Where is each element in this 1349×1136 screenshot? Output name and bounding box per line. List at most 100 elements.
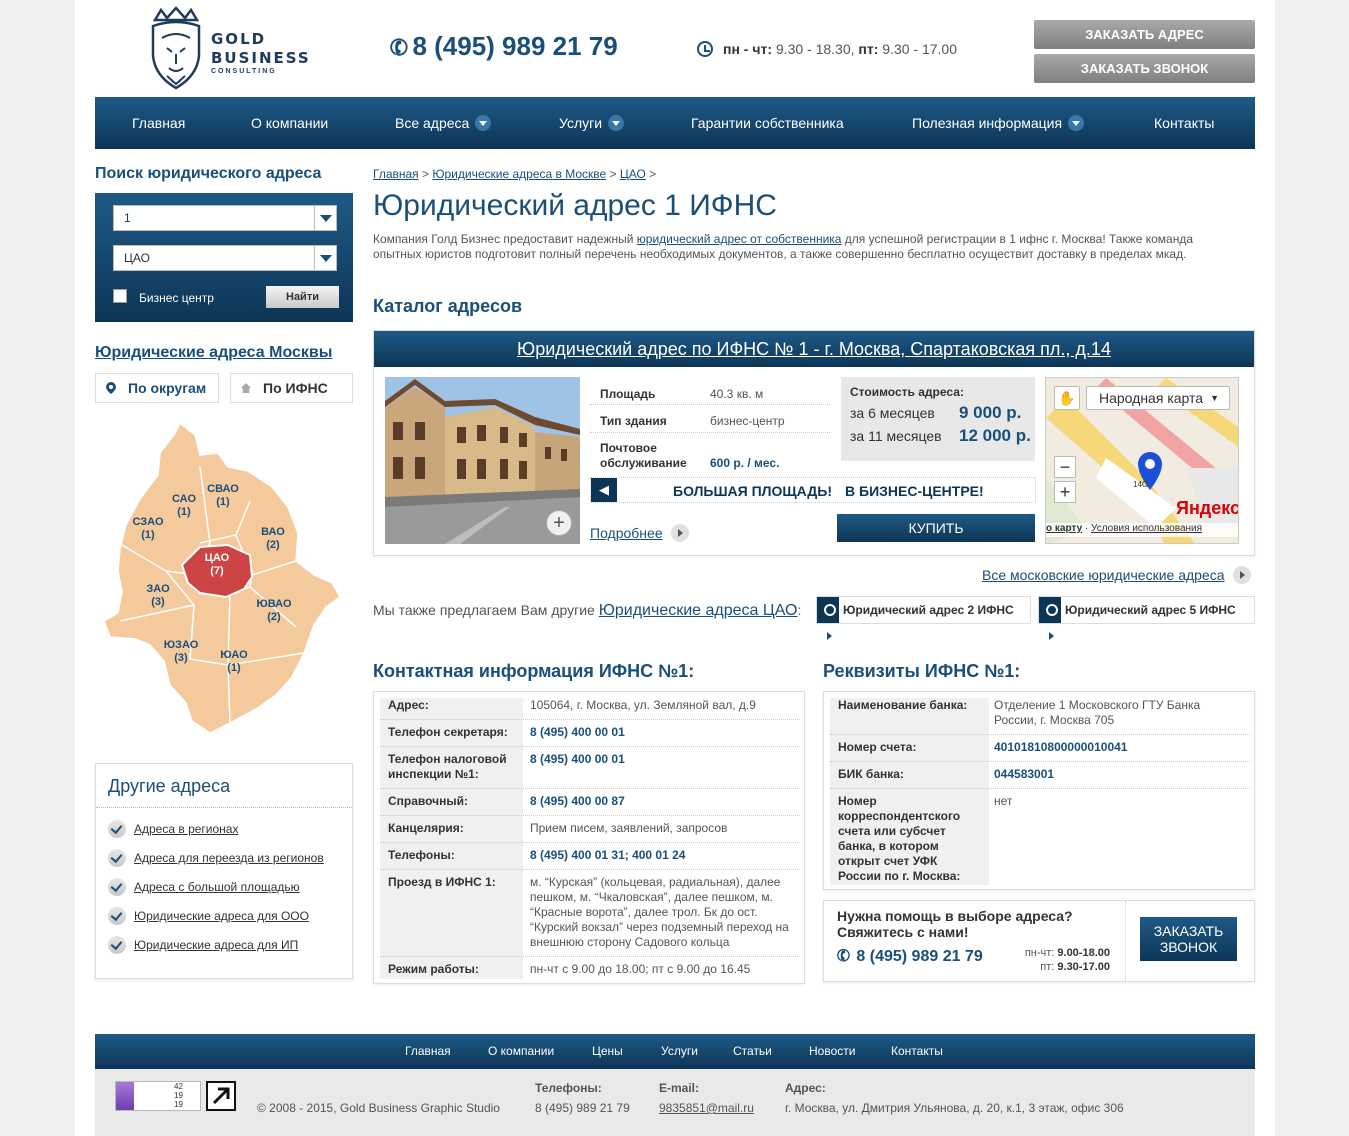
- header-hours: пн - чт: 9.30 - 18.30, пт: 9.30 - 17.00: [697, 41, 957, 57]
- requisite-value: 044583001: [994, 767, 1055, 781]
- contact-key: Проезд в ИФНС 1:: [388, 875, 496, 889]
- offer-text: Мы также предлагаем Вам другие Юридическ…: [373, 602, 802, 619]
- copyright: © 2008 - 2015, Gold Business Graphic Stu…: [257, 1101, 500, 1115]
- district-select[interactable]: ЦАО: [113, 245, 337, 271]
- other-address-link[interactable]: Адреса в регионах: [108, 820, 238, 838]
- map-house-number: 14С: [1133, 480, 1148, 489]
- ifns-2-chip[interactable]: Юридический адрес 2 ИФНС: [816, 596, 1031, 640]
- header-phone[interactable]: ✆8 (495) 989 21 79: [386, 31, 618, 62]
- tab-ifns[interactable]: По ИФНС: [230, 373, 353, 403]
- footer-nav-about[interactable]: О компании: [488, 1044, 554, 1058]
- nav-item-guarantees[interactable]: Гарантии собственника: [691, 97, 844, 149]
- contact-key: Справочный:: [388, 794, 469, 808]
- check-icon: [108, 849, 126, 867]
- all-moscow-addresses-link[interactable]: Все московские юридические адреса: [982, 566, 1251, 584]
- price-6-value: 9 000 р.: [959, 403, 1022, 422]
- breadcrumb-home[interactable]: Главная: [373, 167, 419, 181]
- contact-value[interactable]: 8 (495) 400 00 01: [530, 752, 790, 767]
- breadcrumb-moscow[interactable]: Юридические адреса в Москве: [432, 167, 606, 181]
- other-address-link[interactable]: Адреса с большой площадью: [108, 878, 300, 896]
- address-card: Юридический адрес по ИФНС № 1 - г. Москв…: [373, 330, 1255, 556]
- map-zoom-out-button[interactable]: −: [1054, 456, 1076, 478]
- find-button[interactable]: Найти: [266, 286, 339, 308]
- requisite-key: Наименование банка:: [838, 698, 968, 712]
- yandex-map[interactable]: ✋ Народная карта ▼ − + 14С Яндекс о карту…: [1045, 377, 1239, 544]
- address-card-title[interactable]: Юридический адрес по ИФНС № 1 - г. Москв…: [374, 331, 1254, 367]
- footer-nav-services[interactable]: Услуги: [661, 1044, 698, 1058]
- nav-item-contacts[interactable]: Контакты: [1154, 97, 1214, 149]
- visit-counter[interactable]: 42 19 19: [115, 1081, 201, 1111]
- price-title: Стоимость адреса:: [850, 385, 964, 399]
- nav-item-home[interactable]: Главная: [132, 97, 185, 149]
- clock-icon: [697, 41, 713, 57]
- other-address-link[interactable]: Юридические адреса для ИП: [108, 936, 298, 954]
- requisite-key: БИК банка:: [838, 767, 904, 781]
- other-addresses-panel: Другие адреса Адреса в регионах Адреса д…: [95, 763, 353, 979]
- footer-nav-news[interactable]: Новости: [809, 1044, 855, 1058]
- requisites-table: Наименование банка: Отделение 1 Московск…: [823, 691, 1255, 890]
- footer-address-label: Адрес:: [785, 1081, 826, 1095]
- other-address-link[interactable]: Адреса для переезда из регионов: [108, 849, 324, 867]
- map-layer-select[interactable]: Народная карта ▼: [1086, 386, 1230, 410]
- nav-item-services[interactable]: Услуги: [559, 97, 625, 149]
- contact-value: м. “Курская” (кольцевая, радиальная), да…: [530, 875, 789, 949]
- contact-value[interactable]: 8 (495) 400 00 01: [530, 725, 790, 740]
- other-address-link[interactable]: Юридические адреса для ООО: [108, 907, 309, 925]
- map-zoom-in-button[interactable]: +: [1054, 481, 1076, 503]
- logo[interactable]: GOLD BUSINESS CONSULTING: [147, 6, 309, 92]
- counter-logo-icon: [116, 1082, 134, 1110]
- owner-address-link[interactable]: юридический адрес от собственника: [637, 232, 842, 246]
- zoom-photo-button[interactable]: +: [546, 510, 572, 536]
- business-center-checkbox[interactable]: [113, 289, 127, 303]
- help-panel: Нужна помощь в выборе адреса? Свяжитесь с…: [823, 900, 1255, 982]
- contact-value[interactable]: 8 (495) 400 00 87: [530, 794, 790, 809]
- more-link[interactable]: Подробнее: [590, 524, 689, 542]
- business-center-label: Бизнес центр: [139, 291, 214, 305]
- nav-item-all-addresses[interactable]: Все адреса: [395, 97, 492, 149]
- divider: [590, 432, 830, 433]
- page: GOLD BUSINESS CONSULTING ✆8 (495) 989 21…: [75, 0, 1275, 1136]
- chevron-down-icon: [314, 206, 336, 230]
- order-address-button[interactable]: Заказать адрес: [1034, 20, 1255, 49]
- contact-value[interactable]: 8 (495) 400 01 31; 400 01 24: [530, 848, 790, 863]
- help-order-call-button[interactable]: ЗАКАЗАТЬ ЗВОНОК: [1140, 917, 1237, 961]
- tab-districts[interactable]: По округам: [95, 373, 219, 403]
- counter-values: 42 19 19: [174, 1082, 183, 1109]
- chevron-down-icon: [314, 246, 336, 270]
- moscow-addresses-link[interactable]: Юридические адреса Москвы: [95, 344, 332, 362]
- arrow-right-icon: [1049, 632, 1054, 640]
- search-panel: 1 ЦАО Бизнес центр Найти: [95, 193, 353, 322]
- footer-nav-home[interactable]: Главная: [405, 1044, 451, 1058]
- help-phone[interactable]: ✆ 8 (495) 989 21 79: [835, 946, 983, 967]
- footer-phones-value[interactable]: 8 (495) 989 21 79: [535, 1101, 630, 1115]
- nav-item-about[interactable]: О компании: [251, 97, 328, 149]
- help-question: Нужна помощь в выборе адреса? Свяжитесь с…: [837, 908, 1073, 940]
- footer-nav-contacts[interactable]: Контакты: [891, 1044, 943, 1058]
- ifns-select[interactable]: 1: [113, 205, 337, 231]
- footer-email-link[interactable]: 9835851@mail.ru: [659, 1101, 754, 1115]
- check-icon: [108, 878, 126, 896]
- order-call-button[interactable]: Заказать звонок: [1034, 54, 1255, 83]
- footer-nav-prices[interactable]: Цены: [592, 1044, 623, 1058]
- ifns-5-chip[interactable]: Юридический адрес 5 ИФНС: [1038, 596, 1255, 640]
- nav-item-useful-info[interactable]: Полезная информация: [912, 97, 1085, 149]
- building-photo[interactable]: +: [385, 377, 580, 544]
- buy-button[interactable]: КУПИТЬ: [837, 514, 1035, 542]
- requisites-title: Реквизиты ИФНС №1:: [823, 661, 1021, 681]
- moscow-districts-map[interactable]: САО (1) СВАО (1) СЗАО (1) ВАО (2) ЦАО (7) ЗАО…: [100, 415, 350, 745]
- breadcrumb-cao[interactable]: ЦАО: [620, 167, 646, 181]
- contact-value: Прием писем, заявлений, запросов: [530, 821, 728, 835]
- cao-addresses-link[interactable]: Юридические адреса ЦАО: [599, 602, 798, 619]
- contact-key: Телефон секретаря:: [388, 725, 508, 739]
- footer-nav-articles[interactable]: Статьи: [733, 1044, 772, 1058]
- contact-value: 105064, г. Москва, ул. Земляной вал, д.9: [530, 698, 756, 712]
- footer-address-value: г. Москва, ул. Дмитрия Ульянова, д. 20, …: [785, 1101, 1124, 1115]
- arrow-right-icon: [1232, 566, 1251, 584]
- lion-crown-icon: [151, 6, 201, 90]
- map-footer: о карту · Условия использования: [1046, 523, 1238, 537]
- hand-drag-icon[interactable]: ✋: [1054, 386, 1080, 410]
- liveinternet-icon[interactable]: [206, 1081, 236, 1111]
- footer-email-label: E-mail:: [659, 1081, 700, 1095]
- divider: [590, 404, 830, 405]
- map-pin-icon: [106, 382, 116, 394]
